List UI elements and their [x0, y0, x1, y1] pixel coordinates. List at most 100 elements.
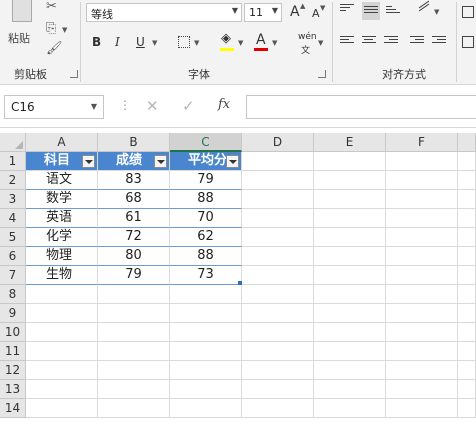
- column-header-f[interactable]: F: [386, 133, 458, 152]
- row-header[interactable]: 10: [0, 323, 26, 342]
- row-header[interactable]: 8: [0, 285, 26, 304]
- table-cell[interactable]: 物理: [26, 247, 98, 266]
- empty-cell[interactable]: [314, 152, 386, 171]
- empty-cell[interactable]: [26, 342, 98, 361]
- borders-dropdown-icon[interactable]: ▼: [194, 39, 199, 47]
- empty-cell[interactable]: [242, 399, 314, 418]
- empty-cell[interactable]: [314, 304, 386, 323]
- font-size-select[interactable]: 11 ▼: [244, 3, 282, 22]
- align-left-icon[interactable]: [340, 36, 354, 48]
- empty-cell[interactable]: [458, 209, 476, 228]
- table-cell[interactable]: 语文: [26, 171, 98, 190]
- empty-cell[interactable]: [314, 190, 386, 209]
- empty-cell[interactable]: [314, 171, 386, 190]
- empty-cell[interactable]: [314, 399, 386, 418]
- empty-cell[interactable]: [314, 209, 386, 228]
- empty-cell[interactable]: [170, 342, 242, 361]
- column-header-b[interactable]: B: [98, 133, 170, 152]
- font-color-button[interactable]: A: [256, 33, 266, 47]
- filter-dropdown-icon[interactable]: [82, 155, 95, 168]
- table-cell[interactable]: 生物: [26, 266, 98, 285]
- empty-cell[interactable]: [314, 285, 386, 304]
- empty-cell[interactable]: [386, 399, 458, 418]
- phonetic-guide-top[interactable]: wén: [298, 32, 317, 42]
- row-header[interactable]: 2: [0, 171, 26, 190]
- table-cell[interactable]: 79: [170, 171, 242, 190]
- table-cell[interactable]: 79: [98, 266, 170, 285]
- empty-cell[interactable]: [26, 380, 98, 399]
- empty-cell[interactable]: [458, 266, 476, 285]
- empty-cell[interactable]: [170, 323, 242, 342]
- empty-cell[interactable]: [314, 323, 386, 342]
- underline-dropdown-icon[interactable]: ▼: [152, 39, 157, 47]
- empty-cell[interactable]: [98, 323, 170, 342]
- column-header-overflow[interactable]: [458, 133, 476, 152]
- empty-cell[interactable]: [242, 304, 314, 323]
- increase-indent-icon[interactable]: [432, 36, 446, 48]
- empty-cell[interactable]: [242, 285, 314, 304]
- table-cell[interactable]: 88: [170, 247, 242, 266]
- orientation-dropdown-icon[interactable]: ▼: [434, 8, 439, 16]
- select-all-button[interactable]: [0, 133, 26, 152]
- cut-icon[interactable]: ✂: [46, 0, 57, 14]
- empty-cell[interactable]: [458, 361, 476, 380]
- row-header[interactable]: 11: [0, 342, 26, 361]
- empty-cell[interactable]: [314, 361, 386, 380]
- empty-cell[interactable]: [98, 399, 170, 418]
- row-header[interactable]: 5: [0, 228, 26, 247]
- empty-cell[interactable]: [242, 209, 314, 228]
- empty-cell[interactable]: [98, 361, 170, 380]
- format-painter-icon[interactable]: 🖌: [46, 42, 63, 56]
- empty-cell[interactable]: [242, 380, 314, 399]
- underline-button[interactable]: U: [136, 35, 145, 49]
- empty-cell[interactable]: [386, 285, 458, 304]
- copy-dropdown-icon[interactable]: ▼: [62, 26, 67, 34]
- empty-cell[interactable]: [386, 323, 458, 342]
- align-bottom-icon[interactable]: [386, 6, 400, 18]
- empty-cell[interactable]: [386, 266, 458, 285]
- empty-cell[interactable]: [242, 342, 314, 361]
- insert-function-button[interactable]: fx: [218, 97, 230, 112]
- empty-cell[interactable]: [26, 323, 98, 342]
- empty-cell[interactable]: [242, 152, 314, 171]
- borders-icon[interactable]: [178, 36, 190, 48]
- filter-dropdown-icon[interactable]: [154, 155, 167, 168]
- empty-cell[interactable]: [386, 171, 458, 190]
- table-resize-handle[interactable]: [238, 281, 242, 285]
- empty-cell[interactable]: [242, 171, 314, 190]
- spreadsheet-grid[interactable]: A B C D E F 1 科目 成绩 平均分 2 语文 83 79 3 数学 68 88 4 英语 61 70 5 化学 72…: [0, 133, 476, 423]
- font-name-select[interactable]: 等线 ▼: [86, 3, 242, 22]
- empty-cell[interactable]: [98, 304, 170, 323]
- empty-cell[interactable]: [170, 380, 242, 399]
- row-header[interactable]: 7: [0, 266, 26, 285]
- align-top-icon[interactable]: [340, 4, 354, 16]
- empty-cell[interactable]: [386, 361, 458, 380]
- empty-cell[interactable]: [386, 247, 458, 266]
- column-header-d[interactable]: D: [242, 133, 314, 152]
- empty-cell[interactable]: [242, 361, 314, 380]
- table-cell[interactable]: 73: [170, 266, 242, 285]
- empty-cell[interactable]: [242, 323, 314, 342]
- table-cell[interactable]: 88: [170, 190, 242, 209]
- filter-dropdown-icon[interactable]: [226, 155, 239, 168]
- table-cell[interactable]: 80: [98, 247, 170, 266]
- empty-cell[interactable]: [314, 380, 386, 399]
- row-header[interactable]: 13: [0, 380, 26, 399]
- empty-cell[interactable]: [386, 228, 458, 247]
- grow-font-button[interactable]: A: [290, 5, 300, 19]
- empty-cell[interactable]: [386, 152, 458, 171]
- row-header[interactable]: 9: [0, 304, 26, 323]
- column-header-a[interactable]: A: [26, 133, 98, 152]
- empty-cell[interactable]: [458, 228, 476, 247]
- row-header[interactable]: 3: [0, 190, 26, 209]
- table-cell[interactable]: 化学: [26, 228, 98, 247]
- empty-cell[interactable]: [314, 228, 386, 247]
- table-cell[interactable]: 数学: [26, 190, 98, 209]
- font-launcher-icon[interactable]: [318, 70, 326, 78]
- empty-cell[interactable]: [98, 342, 170, 361]
- empty-cell[interactable]: [458, 152, 476, 171]
- empty-cell[interactable]: [458, 342, 476, 361]
- table-header-cell[interactable]: 成绩: [98, 152, 170, 171]
- table-cell[interactable]: 61: [98, 209, 170, 228]
- fill-color-icon[interactable]: ◈: [221, 32, 231, 46]
